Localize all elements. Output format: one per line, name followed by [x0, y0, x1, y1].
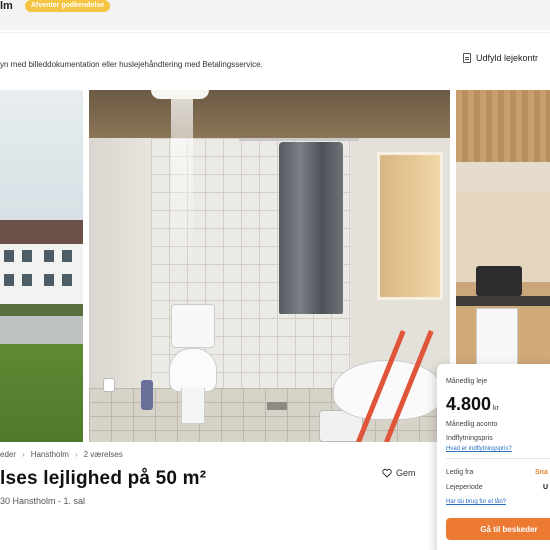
status-badge: Afventer godkendelse	[25, 0, 111, 12]
bottle	[141, 380, 153, 410]
available-value: Sna	[535, 469, 548, 476]
light-beam	[171, 99, 193, 269]
heart-icon	[382, 468, 392, 478]
save-button[interactable]: Gem	[382, 468, 416, 478]
chevron-right-icon: ›	[74, 450, 78, 459]
breadcrumb-item[interactable]: eder	[0, 450, 16, 459]
gallery-photo-exterior[interactable]	[0, 90, 83, 442]
window	[4, 274, 14, 286]
available-label: Ledig fra	[446, 469, 474, 476]
page-title-fragment: lm	[0, 0, 13, 12]
window	[44, 250, 54, 262]
info-banner: yn med billeddokumentation eller husleje…	[0, 32, 550, 88]
toilet-paper	[103, 378, 115, 392]
window	[62, 250, 72, 262]
window	[4, 250, 14, 262]
banner-text: yn med billeddokumentation eller husleje…	[0, 60, 263, 69]
listing-address: 30 Hanstholm - 1. sal	[0, 496, 86, 506]
divider	[446, 458, 550, 459]
save-label: Gem	[396, 468, 416, 478]
microwave	[476, 266, 522, 296]
loan-link[interactable]: Har du brug for et lån?	[446, 499, 506, 505]
shelf	[456, 162, 550, 192]
breadcrumb-item[interactable]: 2 værelses	[84, 450, 123, 459]
listing-title: lses lejlighed på 50 m²	[0, 468, 207, 489]
grass	[0, 344, 83, 442]
toilet-base	[181, 388, 205, 424]
window	[44, 274, 54, 286]
window	[22, 250, 32, 262]
road	[0, 316, 83, 344]
aconto-label: Månedlig aconto	[446, 421, 498, 428]
window	[22, 274, 32, 286]
toilet-tank	[171, 304, 215, 348]
toilet-bowl	[169, 348, 217, 392]
shower-curtain	[279, 142, 343, 314]
document-icon	[463, 53, 471, 63]
hedge	[0, 304, 83, 316]
deposit-label: Indflytningspris	[446, 435, 493, 442]
price-card: Månedlig leje 4.800 kr Månedlig aconto In…	[437, 364, 550, 550]
curtain-rod	[239, 138, 359, 141]
monthly-rent-label: Månedlig leje	[446, 378, 488, 385]
currency: kr	[493, 405, 499, 412]
period-value: U	[543, 484, 549, 491]
countertop	[456, 296, 550, 306]
period-label: Lejeperiode	[446, 484, 483, 491]
upper-cabinets	[456, 90, 550, 162]
gallery-photo-bathroom[interactable]	[89, 90, 450, 442]
wood-ceiling	[89, 90, 450, 138]
lit-niche	[377, 152, 443, 300]
ceiling-lamp	[151, 90, 209, 99]
rent-price: 4.800 kr	[446, 394, 499, 415]
breadcrumb: eder › Hanstholm › 2 værelses	[0, 450, 123, 459]
window	[62, 274, 72, 286]
go-to-messages-button[interactable]: Gå til beskeder	[446, 518, 550, 540]
floor-drain	[267, 402, 287, 410]
deposit-help-link[interactable]: Hvad er indflytningspris?	[446, 446, 512, 452]
chevron-right-icon: ›	[22, 450, 25, 459]
fill-lease-button[interactable]: Udfyld lejekontr	[463, 53, 538, 63]
roof	[0, 220, 83, 244]
sky	[0, 90, 83, 230]
fill-lease-label: Udfyld lejekontr	[476, 53, 539, 63]
rent-value: 4.800	[446, 394, 492, 414]
breadcrumb-item[interactable]: Hanstholm	[31, 450, 69, 459]
